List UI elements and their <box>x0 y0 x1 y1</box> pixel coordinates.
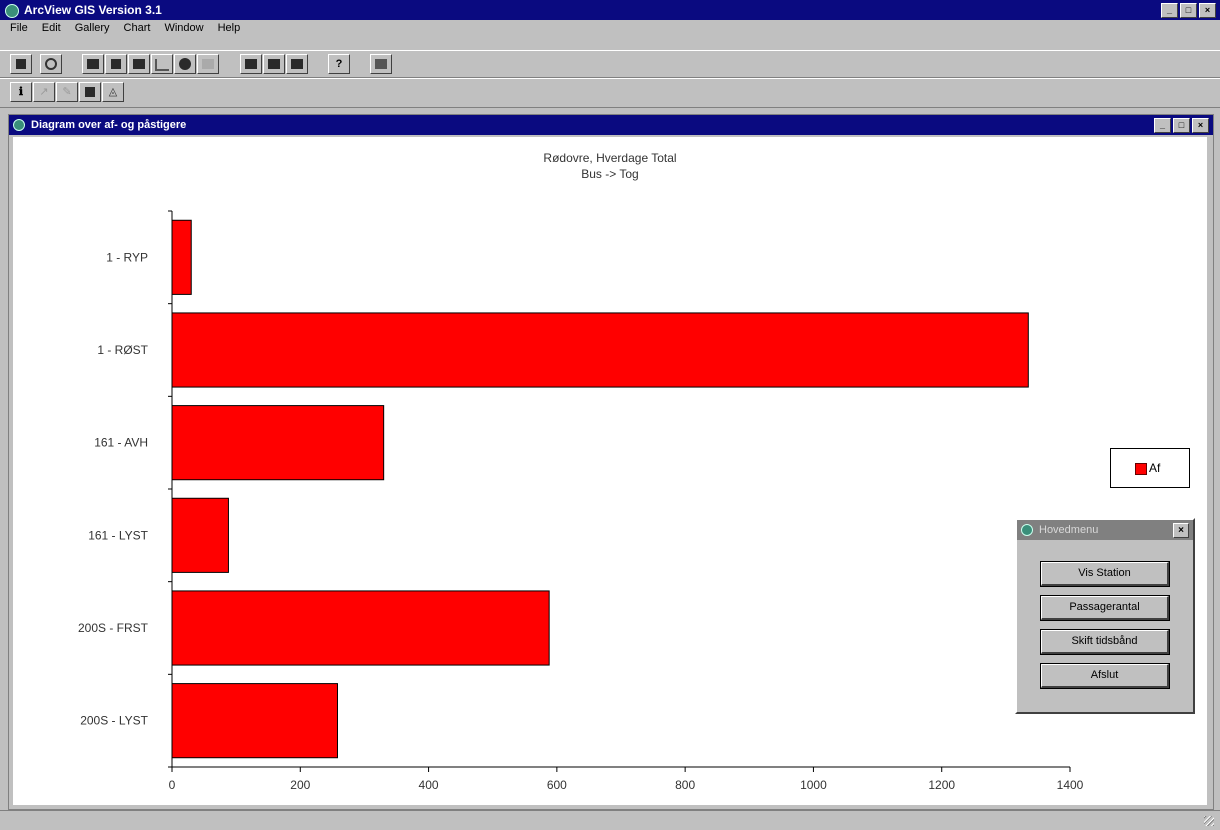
chart-legend[interactable]: Af <box>1110 448 1190 488</box>
app-title: ArcView GIS Version 3.1 <box>24 3 162 17</box>
main-menu-dialog: Hovedmenu × Vis Station Passagerantal Sk… <box>1015 518 1195 714</box>
legend-swatch <box>1135 463 1147 475</box>
bar <box>171 497 229 573</box>
find-icon[interactable] <box>286 54 308 74</box>
category-label: 200S - LYST <box>80 714 148 728</box>
chart-window-title-bar: Diagram over af- og påstigere _ □ × <box>9 115 1213 135</box>
bar-chart-icon[interactable] <box>105 54 127 74</box>
dialog-close-button[interactable]: × <box>1173 523 1189 538</box>
x-tick-label: 1400 <box>1057 778 1084 792</box>
area-chart-icon[interactable] <box>82 54 104 74</box>
exit-button[interactable]: Afslut <box>1040 663 1170 689</box>
bar <box>171 683 338 759</box>
chart-element-icon[interactable] <box>263 54 285 74</box>
category-label: 161 - AVH <box>94 436 148 450</box>
resize-grip-icon[interactable] <box>1204 816 1214 826</box>
status-bar <box>0 810 1220 830</box>
x-tick-label: 400 <box>419 778 439 792</box>
x-tick-label: 1000 <box>800 778 827 792</box>
print-icon[interactable] <box>370 54 392 74</box>
close-button[interactable]: × <box>1199 3 1216 18</box>
info-icon[interactable]: ℹ <box>10 82 32 102</box>
dialog-icon <box>1021 524 1033 536</box>
save-icon[interactable] <box>10 54 32 74</box>
menu-help[interactable]: Help <box>218 20 241 36</box>
menu-file[interactable]: File <box>10 20 28 36</box>
help-icon[interactable]: ? <box>328 54 350 74</box>
x-tick-label: 800 <box>675 778 695 792</box>
globe-icon[interactable] <box>5 4 19 18</box>
maximize-button[interactable]: □ <box>1180 3 1197 18</box>
bar <box>171 590 550 666</box>
erase-icon[interactable]: ◬ <box>102 82 124 102</box>
legend-label: Af <box>1149 461 1161 475</box>
chart-minimize-button[interactable]: _ <box>1154 118 1171 133</box>
x-tick-label: 600 <box>547 778 567 792</box>
series-icon[interactable] <box>79 82 101 102</box>
app-title-bar: ArcView GIS Version 3.1 _ □ × <box>0 0 1220 20</box>
bar <box>171 405 385 481</box>
chart-properties-icon[interactable] <box>240 54 262 74</box>
change-timeband-button[interactable]: Skift tidsbånd <box>1040 629 1170 655</box>
pointer-icon[interactable]: ↗ <box>33 82 55 102</box>
show-station-button[interactable]: Vis Station <box>1040 561 1170 587</box>
passenger-count-button[interactable]: Passagerantal <box>1040 595 1170 621</box>
category-label: 161 - LYST <box>88 528 148 542</box>
menu-gallery[interactable]: Gallery <box>75 20 110 36</box>
category-label: 200S - FRST <box>78 621 149 635</box>
menu-chart[interactable]: Chart <box>124 20 151 36</box>
menu-edit[interactable]: Edit <box>42 20 61 36</box>
button-bar: ? <box>0 50 1220 78</box>
dialog-title: Hovedmenu <box>1039 524 1099 536</box>
category-label: 1 - RØST <box>97 343 148 357</box>
x-tick-label: 0 <box>169 778 176 792</box>
x-tick-label: 200 <box>290 778 310 792</box>
chart-maximize-button[interactable]: □ <box>1173 118 1190 133</box>
minimize-button[interactable]: _ <box>1161 3 1178 18</box>
pie-chart-icon[interactable] <box>174 54 196 74</box>
x-tick-label: 1200 <box>928 778 955 792</box>
menu-window[interactable]: Window <box>164 20 203 36</box>
category-label: 1 - RYP <box>106 250 148 264</box>
menu-bar: File Edit Gallery Chart Window Help <box>0 20 1220 36</box>
chart-window-title: Diagram over af- og påstigere <box>31 119 187 131</box>
scatter-chart-icon[interactable] <box>197 54 219 74</box>
column-chart-icon[interactable] <box>128 54 150 74</box>
tool-bar: ℹ ↗ ✎ ◬ <box>0 78 1220 108</box>
bar <box>171 312 1029 388</box>
zoom-icon[interactable]: ✎ <box>56 82 78 102</box>
refresh-icon[interactable] <box>40 54 62 74</box>
bar <box>171 219 192 295</box>
line-chart-icon[interactable] <box>151 54 173 74</box>
chart-close-button[interactable]: × <box>1192 118 1209 133</box>
chart-window-icon[interactable] <box>13 119 25 131</box>
dialog-title-bar[interactable]: Hovedmenu × <box>1017 520 1193 540</box>
